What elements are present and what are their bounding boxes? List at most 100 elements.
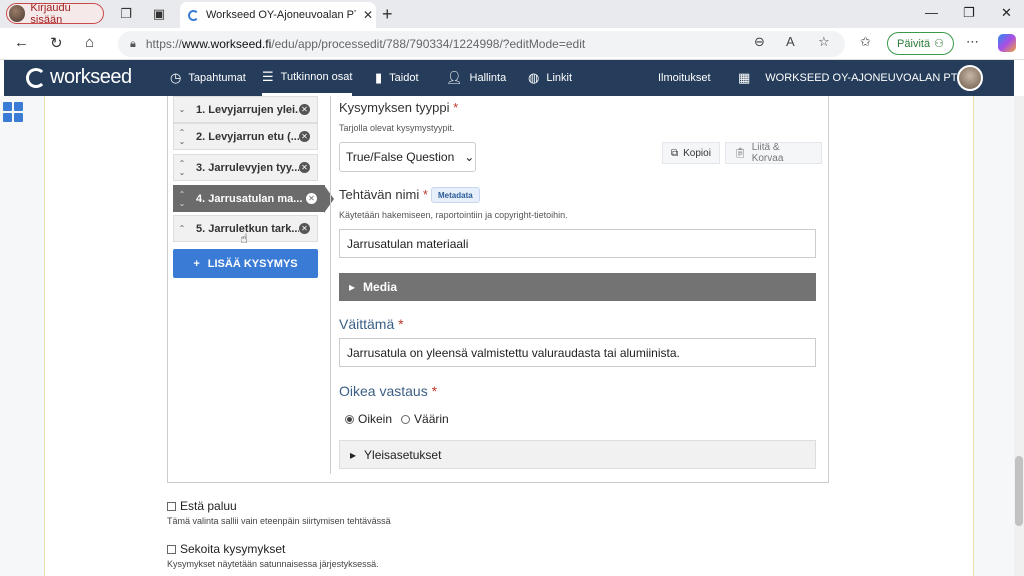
- media-label: Media: [363, 280, 398, 294]
- loading-icon: [188, 9, 199, 21]
- read-aloud-icon[interactable]: A: [786, 34, 795, 49]
- task-name-label: Tehtävän nimi *: [339, 187, 428, 202]
- remove-icon[interactable]: ✕: [299, 162, 310, 173]
- prevent-return-checkbox[interactable]: [167, 501, 176, 511]
- remove-icon[interactable]: ✕: [299, 131, 310, 142]
- shuffle-label[interactable]: Sekoita kysymykset: [180, 542, 285, 556]
- question-item-1[interactable]: ⌄ 1. Levyjarrujen ylei... ✕: [173, 96, 318, 123]
- user-avatar[interactable]: [957, 65, 983, 91]
- paste-label: Liitä & Korvaa: [751, 142, 784, 164]
- profile-button[interactable]: Kirjaudu sisään: [6, 2, 104, 26]
- metadata-badge: Metadata: [431, 187, 480, 203]
- nav-org-selector[interactable]: ▦ WORKSEED OY-AJONEUVOALAN PT (202: [738, 60, 982, 96]
- app-navbar: workseed ◷ Tapahtumat ☰ Tutkinnon osat ▮…: [4, 60, 1014, 96]
- favorite-icon[interactable]: ☆: [818, 34, 830, 50]
- update-label: Päivitä: [897, 37, 931, 50]
- question-item-4[interactable]: ⌃ ⌄ 4. Jarrusatulan ma... ✕: [173, 185, 334, 213]
- question-item-2[interactable]: ⌃ ⌄ 2. Levyjarrun etu (... ✕: [173, 123, 318, 150]
- copilot-icon[interactable]: [998, 34, 1016, 52]
- workseed-logo[interactable]: workseed: [26, 66, 132, 89]
- lock-icon[interactable]: 🔒︎: [130, 38, 136, 51]
- remove-icon[interactable]: ✕: [299, 223, 310, 234]
- reload-icon[interactable]: ↻: [50, 34, 63, 52]
- move-down-icon[interactable]: ⌄: [174, 97, 190, 122]
- tab-actions-icon[interactable]: ▣: [150, 5, 168, 23]
- prevent-return-option: Estä paluu Tämä valinta sallii vain etee…: [167, 499, 391, 526]
- update-button[interactable]: Päivitä ⚇: [887, 32, 954, 55]
- nav-label: Tutkinnon osat: [280, 70, 353, 83]
- update-icon: ⚇: [934, 38, 944, 50]
- remove-icon[interactable]: ✕: [299, 104, 310, 115]
- remove-icon[interactable]: ✕: [306, 193, 317, 204]
- logo-icon: [26, 67, 46, 88]
- nav-label: WORKSEED OY-AJONEUVOALAN PT (202: [765, 72, 983, 84]
- statement-input[interactable]: Jarrusatula on yleensä valmistettu valur…: [339, 338, 816, 367]
- nav-taidot[interactable]: ▮ Taidot: [375, 60, 419, 96]
- general-settings-label: Yleisasetukset: [364, 447, 442, 462]
- nav-tutkinnon-osat[interactable]: ☰ Tutkinnon osat: [262, 60, 353, 96]
- apps-grid-icon[interactable]: [3, 102, 23, 122]
- favorites-list-icon[interactable]: ✩: [860, 34, 871, 50]
- scrollbar[interactable]: [1014, 96, 1024, 576]
- general-settings-section[interactable]: ▸ Yleisasetukset: [339, 440, 816, 469]
- url-bar[interactable]: 🔒︎ https://www.workseed.fi/edu/app/proce…: [118, 31, 845, 57]
- radio-false[interactable]: [401, 414, 411, 424]
- reorder-icon[interactable]: ⌃ ⌄: [174, 124, 190, 149]
- add-question-button[interactable]: + LISÄÄ KYSYMYS: [173, 249, 318, 278]
- paste-replace-button[interactable]: 📋︎ Liitä & Korvaa: [725, 142, 822, 164]
- clock-icon: ◷: [170, 70, 182, 85]
- hand-cursor-icon: ☝︎: [240, 231, 248, 246]
- minimize-icon[interactable]: —: [925, 5, 938, 20]
- add-user-icon: 👤︎: [446, 70, 463, 85]
- reorder-icon[interactable]: ⌃ ⌄: [174, 186, 190, 211]
- prevent-return-label[interactable]: Estä paluu: [180, 499, 237, 513]
- home-icon[interactable]: ⌂: [85, 34, 94, 51]
- question-label: 1. Levyjarrujen ylei...: [196, 103, 299, 116]
- nav-hallinta[interactable]: 👤︎ Hallinta: [446, 60, 506, 96]
- shuffle-checkbox[interactable]: [167, 544, 176, 554]
- question-item-3[interactable]: ⌃ ⌄ 3. Jarrulevyjen tyy... ✕: [173, 154, 318, 181]
- question-type-select[interactable]: True/False Question ⌄: [339, 142, 476, 172]
- radio-true[interactable]: [345, 414, 354, 424]
- statement-label: Väittämä *: [339, 316, 404, 332]
- copy-button[interactable]: ⧉ Kopioi: [662, 142, 720, 164]
- address-toolbar: ← ↻ ⌂ 🔒︎ https://www.workseed.fi/edu/app…: [0, 28, 1024, 60]
- browser-tabstrip: Kirjaudu sisään ❐ ▣ Workseed OY-Ajoneuvo…: [0, 0, 1024, 28]
- bar-chart-icon: ▮: [375, 70, 383, 85]
- zoom-icon[interactable]: ⊖: [754, 34, 765, 50]
- correct-answer-group: Oikein Väärin: [345, 412, 449, 426]
- copy-label: Kopioi: [683, 147, 711, 159]
- question-label: 4. Jarrusatulan ma...: [196, 192, 303, 205]
- radio-true-label[interactable]: Oikein: [358, 412, 392, 426]
- more-icon[interactable]: ⋯: [966, 34, 979, 50]
- radio-false-label[interactable]: Väärin: [414, 412, 449, 426]
- caret-right-icon: ▸: [350, 447, 357, 462]
- task-name-input[interactable]: Jarrusatulan materiaali: [339, 229, 816, 258]
- grid-icon: ▦: [738, 70, 751, 85]
- back-icon[interactable]: ←: [14, 34, 29, 51]
- url-text: https://www.workseed.fi/edu/app/processe…: [145, 37, 586, 51]
- scroll-thumb[interactable]: [1015, 456, 1023, 526]
- nav-ilmoitukset[interactable]: Ilmoitukset: [658, 60, 711, 96]
- question-label: 2. Levyjarrun etu (...: [196, 130, 299, 143]
- select-value: True/False Question: [346, 150, 455, 164]
- tab-close-icon[interactable]: ✕: [363, 8, 373, 22]
- tab-title: Workseed OY-Ajoneuvoalan PT (2: [206, 9, 356, 21]
- new-tab-icon[interactable]: +: [382, 4, 393, 25]
- add-question-label: LISÄÄ KYSYMYS: [207, 257, 298, 270]
- move-up-icon[interactable]: ⌃: [174, 216, 190, 241]
- caret-right-icon: ▸: [349, 280, 356, 294]
- media-section[interactable]: ▸ Media: [339, 273, 816, 301]
- nav-tapahtumat[interactable]: ◷ Tapahtumat: [170, 60, 246, 96]
- reorder-icon[interactable]: ⌃ ⌄: [174, 155, 190, 180]
- server-icon: ☰: [262, 68, 274, 84]
- nav-linkit[interactable]: ◍ Linkit: [528, 60, 572, 96]
- restore-icon[interactable]: ❐: [963, 5, 975, 21]
- nav-label: Ilmoitukset: [658, 72, 711, 84]
- nav-label: Taidot: [389, 72, 419, 84]
- close-window-icon[interactable]: ✕: [1001, 5, 1012, 21]
- chevron-down-icon: ⌄: [464, 150, 475, 164]
- workspaces-icon[interactable]: ❐: [117, 5, 135, 23]
- shuffle-help: Kysymykset näytetään satunnaisessa järje…: [167, 559, 379, 569]
- browser-tab[interactable]: Workseed OY-Ajoneuvoalan PT (2 ✕: [180, 2, 376, 28]
